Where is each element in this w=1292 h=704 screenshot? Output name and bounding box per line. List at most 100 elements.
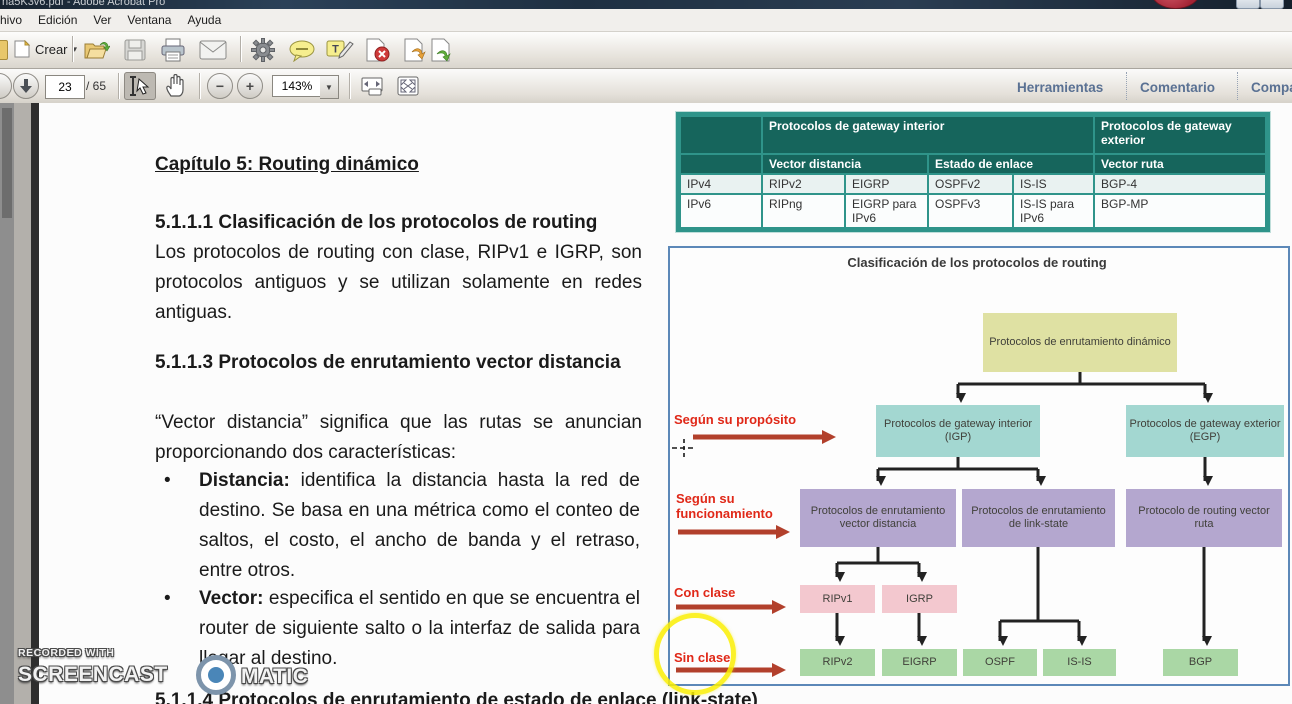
node-igrp: IGRP (882, 585, 957, 613)
select-tool-button[interactable] (124, 72, 156, 100)
print-icon (161, 38, 185, 62)
table-cell: RIPng (763, 195, 844, 227)
fit-width-button[interactable] (358, 73, 386, 99)
crear-label: Crear (35, 41, 68, 57)
document-area: Capítulo 5: Routing dinámico 5.1.1.1 Cla… (0, 103, 1292, 704)
text-edit-icon: T (326, 40, 354, 59)
watermark-screencast: SCREENCAST (18, 663, 168, 686)
table-cell: EIGRP (846, 175, 927, 193)
crosshair-cursor (672, 439, 696, 457)
email-icon (199, 40, 227, 60)
node-ripv1: RIPv1 (800, 585, 875, 613)
down-arrow-icon (20, 79, 32, 93)
zoom-dropdown-button[interactable]: ▼ (320, 75, 339, 99)
comment-bubble-icon (289, 40, 315, 62)
screencastomatic-logo-icon (196, 655, 236, 695)
table-cell: BGP-4 (1095, 175, 1265, 193)
tab-comentario[interactable]: Comentario (1140, 80, 1215, 95)
title-bar: na5K3v6.pdf - Adobe Acrobat Pro (0, 0, 1292, 9)
node-ripv2: RIPv2 (800, 649, 875, 676)
node-protocolos-dinamico: Protocolos de enrutamiento dinámico (983, 313, 1177, 372)
watermark-recorded-with: RECORDED WITH (18, 647, 115, 659)
row-label: IPv6 (681, 195, 761, 227)
hand-tool-button[interactable] (160, 72, 192, 100)
hand-tool-icon (166, 74, 184, 97)
node-igp: Protocolos de gateway interior (IGP) (876, 405, 1040, 457)
save-button[interactable] (120, 36, 150, 64)
table-corner-cell (681, 155, 761, 173)
tab-herramientas[interactable]: Herramientas (1017, 80, 1103, 95)
folder-open-icon (84, 42, 110, 59)
table-subheader-vector-ruta: Vector ruta (1095, 155, 1265, 173)
print-button[interactable] (157, 36, 189, 64)
minimize-button[interactable] (1236, 0, 1260, 9)
select-tool-icon (130, 76, 150, 96)
bullet-distancia-term: Distancia: (199, 470, 290, 491)
menu-ayuda[interactable]: Ayuda (179, 11, 229, 29)
menu-edicion[interactable]: Edición (30, 11, 85, 29)
section-5111-heading: 5.1.1.1 Clasificación de los protocolos … (155, 212, 598, 233)
table-cell: RIPv2 (763, 175, 844, 193)
page-gutter (14, 103, 31, 704)
menu-archivo[interactable]: Archivo (0, 11, 30, 29)
text-edit-button[interactable]: T (324, 37, 356, 63)
delete-pages-button[interactable] (361, 37, 393, 63)
navigation-toolbar: / 65 − + 143% ▼ (0, 69, 1292, 104)
bullet-vector-term: Vector: (199, 588, 264, 609)
zoom-level-field[interactable]: 143% (272, 75, 322, 97)
chapter-heading: Capítulo 5: Routing dinámico (155, 154, 419, 175)
bullet-vector: Vector: especifica el sentido en que se … (199, 584, 640, 674)
gear-icon (251, 38, 275, 62)
email-button[interactable] (197, 38, 229, 62)
table-cell: BGP-MP (1095, 195, 1265, 227)
watermark-matic: MATIC (241, 665, 309, 688)
chevron-down-icon: ▼ (325, 82, 333, 92)
main-toolbar: Crear ▾ T (0, 32, 1292, 69)
annotation-funcionamiento: Según su funcionamiento (676, 491, 773, 521)
node-isis: IS-IS (1043, 649, 1116, 676)
table-cell: IS-IS para IPv6 (1014, 195, 1093, 227)
previous-page-button[interactable] (0, 73, 12, 99)
tab-compartir[interactable]: Compartir (1251, 80, 1292, 95)
delete-page-icon (366, 38, 390, 62)
node-ospf: OSPF (963, 649, 1037, 676)
fit-width-icon (361, 77, 383, 96)
fit-page-button[interactable] (394, 73, 422, 99)
bullet-vector-text: especifica el sentido en que se encuentr… (199, 588, 640, 669)
table-cell: OSPFv3 (929, 195, 1012, 227)
zoom-in-button[interactable]: + (237, 73, 263, 99)
nav-pane-strip[interactable] (0, 103, 14, 704)
node-vector-ruta: Protocolo de routing vector ruta (1126, 489, 1282, 547)
table-corner-cell (681, 117, 761, 153)
menu-ventana[interactable]: Ventana (119, 11, 179, 29)
open-button[interactable] (82, 36, 112, 64)
zoom-out-button[interactable]: − (207, 73, 233, 99)
maximize-button[interactable] (1260, 0, 1284, 9)
nav-pane-thumb[interactable] (2, 108, 12, 218)
zoom-in-icon: + (245, 78, 255, 94)
share-page-button[interactable] (426, 37, 458, 63)
table-cell: OSPFv2 (929, 175, 1012, 193)
clipped-tool-icon (0, 40, 8, 60)
page-number-input[interactable] (45, 75, 85, 99)
node-link-state: Protocolos de enrutamiento de link-state (962, 489, 1115, 547)
section-5113-heading: 5.1.1.3 Protocolos de enrutamiento vecto… (155, 352, 621, 373)
comment-button[interactable] (286, 38, 318, 64)
diagram-connectors (676, 372, 1213, 677)
export-page-icon (404, 38, 426, 62)
node-vector-distancia: Protocolos de enrutamiento vector distan… (800, 489, 956, 547)
page-edge-shadow (31, 103, 39, 704)
settings-button[interactable] (248, 36, 278, 64)
section-5111-body: Los protocolos de routing con clase, RIP… (155, 242, 642, 323)
table-cell: EIGRP para IPv6 (846, 195, 927, 227)
table-subheader-vector-distancia: Vector distancia (763, 155, 927, 173)
window-title: na5K3v6.pdf - Adobe Acrobat Pro (2, 0, 166, 8)
menu-ver[interactable]: Ver (85, 11, 119, 29)
bullet-marker: • (164, 588, 171, 609)
cursor-highlight-circle (654, 613, 736, 695)
next-page-button[interactable] (13, 73, 39, 99)
zoom-out-icon: − (215, 78, 225, 94)
annotation-proposito: Según su propósito (674, 412, 797, 427)
table-row-ipv6: IPv6 RIPng EIGRP para IPv6 OSPFv3 IS-IS … (681, 195, 1265, 227)
section-5113-body: “Vector distancia” significa que las rut… (155, 412, 642, 463)
